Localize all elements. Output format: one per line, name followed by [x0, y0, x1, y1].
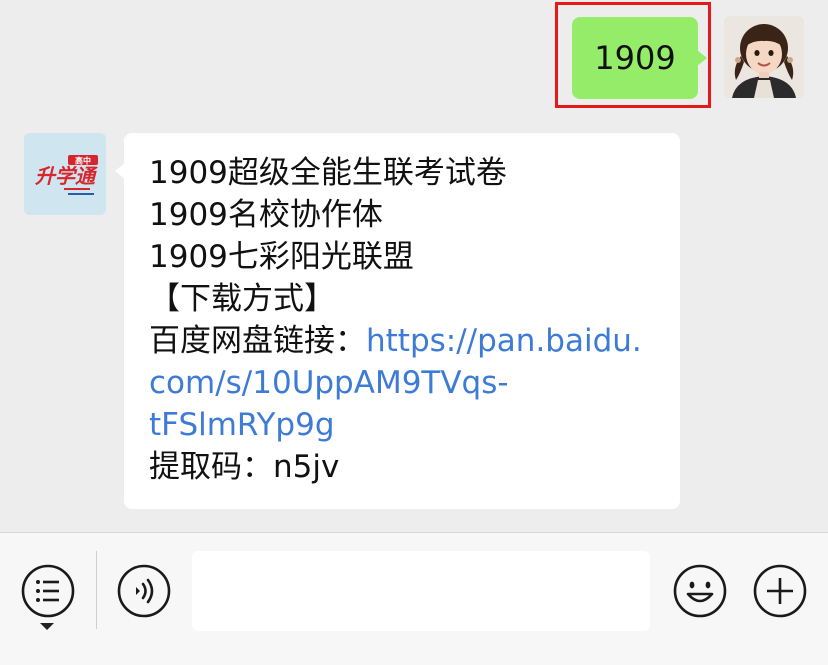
- menu-button[interactable]: [20, 563, 76, 619]
- link-label: 百度网盘链接：: [149, 323, 366, 359]
- more-button[interactable]: [752, 563, 808, 619]
- bot-logo-text: 升学通: [35, 164, 98, 188]
- message-line: 【下载方式】: [149, 281, 335, 317]
- plus-icon: [753, 564, 807, 618]
- baidu-link[interactable]: com/s/10UppAM9TVqs-: [149, 362, 660, 404]
- outgoing-message-bubble[interactable]: 1909: [572, 17, 707, 99]
- chat-area: 1909 高中 升学通 1909超级全能生联考试卷 1909名校协作体 1909…: [0, 0, 828, 532]
- code-line: 提取码：n5jv: [149, 446, 660, 488]
- outgoing-message-text: 1909: [594, 39, 676, 77]
- baidu-link[interactable]: tFSlmRYp9g: [149, 404, 660, 446]
- voice-button[interactable]: [116, 563, 172, 619]
- link-line: 百度网盘链接：https://pan.baidu.: [149, 320, 660, 362]
- code-value: n5jv: [273, 449, 340, 485]
- emoji-icon: [673, 564, 727, 618]
- message-line: 1909名校协作体: [149, 197, 383, 233]
- voice-icon: [117, 564, 171, 618]
- code-label: 提取码：: [149, 449, 273, 485]
- user-avatar[interactable]: [724, 16, 804, 98]
- toolbar-divider: [96, 551, 97, 629]
- message-line: 1909七彩阳光联盟: [149, 239, 414, 275]
- message-input[interactable]: [192, 551, 650, 631]
- bot-avatar[interactable]: 高中 升学通: [24, 133, 106, 215]
- caret-down-icon: [40, 623, 54, 630]
- input-toolbar: [0, 532, 828, 665]
- emoji-button[interactable]: [672, 563, 728, 619]
- menu-icon: [21, 564, 75, 618]
- message-line: 1909超级全能生联考试卷: [149, 155, 507, 191]
- user-avatar-image: [724, 16, 804, 98]
- incoming-message-bubble[interactable]: 1909超级全能生联考试卷 1909名校协作体 1909七彩阳光联盟 【下载方式…: [115, 133, 680, 509]
- bot-logo: 高中 升学通: [24, 133, 106, 215]
- baidu-link[interactable]: https://pan.baidu.: [366, 323, 642, 359]
